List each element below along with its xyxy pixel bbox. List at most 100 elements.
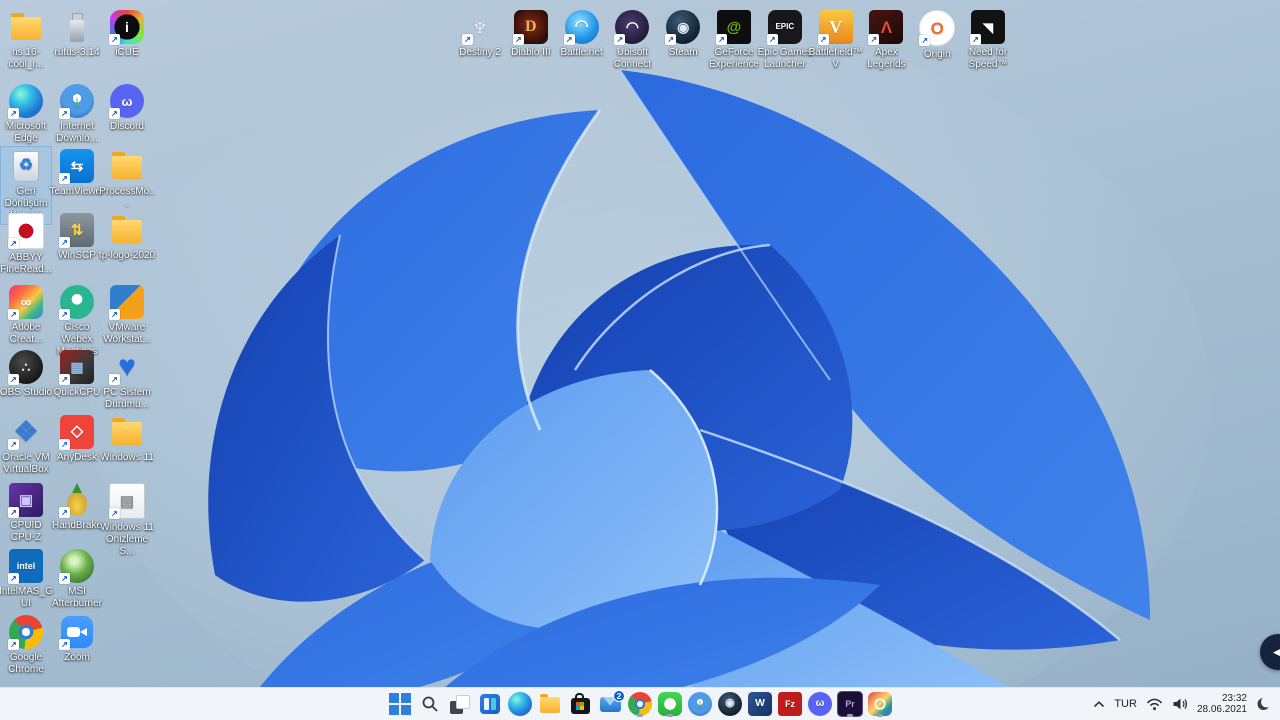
discord-glyph: ω — [121, 93, 133, 109]
desktop-icon-quickcpu[interactable]: ▦ ↗ QuickCPU — [52, 348, 102, 401]
desktop-icon-oracle-vm-virtualbox[interactable]: ❖ ↗ Oracle VM VirtualBox — [1, 413, 51, 478]
taskbar-taskview-button[interactable] — [446, 690, 474, 718]
winpreview-icon: ▤ ↗ — [109, 483, 145, 519]
apex-icon: Λ ↗ — [868, 10, 904, 45]
shortcut-arrow-icon: ↗ — [8, 309, 19, 320]
idm-icon: ↓ ↗ — [59, 84, 94, 119]
desktop-icon-steam[interactable]: ◉ ↗ Steam — [658, 8, 708, 61]
desktop-icon-cpuid-cpu-z[interactable]: ▣ ↗ CPUID CPU-Z — [1, 481, 51, 546]
desktop-icon-ns-16-cool-r[interactable]: ns.16-cool_r... — [1, 8, 51, 73]
desktop-icon-label: VMware Workstat... — [103, 322, 151, 345]
language-indicator[interactable]: TUR — [1114, 698, 1137, 710]
discord-icon: ω — [808, 692, 832, 716]
taskbar-chrome-button[interactable] — [626, 690, 654, 718]
focus-assist-moon-icon[interactable] — [1256, 696, 1272, 712]
desktop-icon-destiny-2[interactable]: ♆ ↗ Destiny 2 — [455, 8, 505, 61]
taskbar-steam-button[interactable]: ◉ — [716, 690, 744, 718]
destiny-icon: ♆ ↗ — [462, 10, 497, 45]
taskbar-mail-button[interactable]: 2 — [596, 690, 625, 718]
winscp-glyph: ⇅ — [70, 221, 84, 239]
taskbar-word-button[interactable]: W — [746, 690, 774, 718]
desktop-icon-vmware-workstat[interactable]: ↗ VMware Workstat... — [102, 283, 152, 348]
desktop-icon-processmo[interactable]: ProcessMo... — [99, 147, 155, 212]
desktop-icon-intelmas-gui[interactable]: intel ↗ IntelMAS_GUI — [0, 547, 53, 612]
idm-glyph: ↓ — [72, 91, 82, 111]
shortcut-arrow-icon: ↗ — [59, 507, 70, 518]
desktop-icon-need-for-speed[interactable]: ◥ ↗ Need for Speed™ — [963, 8, 1013, 73]
desktop-icon-epic-games-launcher[interactable]: EPIC ↗ Epic Games Launcher — [758, 8, 812, 73]
handbrake-icon: ↗ — [59, 483, 94, 518]
desktop-icon-label: Battlefield™ V — [808, 47, 863, 70]
taskbar-store-button[interactable] — [566, 690, 594, 718]
shortcut-arrow-icon: ↗ — [716, 34, 727, 45]
desktop-icon-label: tp-logo-2020 — [98, 250, 156, 261]
tray-chevron-up-icon[interactable] — [1093, 700, 1105, 709]
icue-icon: i ↗ — [109, 10, 144, 45]
desktop-icon-anydesk[interactable]: ◇ ↗ AnyDesk — [52, 413, 102, 466]
shortcut-arrow-icon: ↗ — [59, 173, 70, 184]
taskbar-discord-button[interactable]: ω — [806, 690, 834, 718]
desktop-icon-battle-net[interactable]: ◠ ↗ Battle.net — [557, 8, 607, 61]
desktop-icon-label: Windows 11 Önizleme S... — [100, 522, 154, 557]
desktop-icon-origin[interactable]: O ↗ Origin — [912, 8, 962, 63]
shortcut-arrow-icon: ↗ — [109, 108, 120, 119]
desktop-icon-label: Battle.net — [560, 47, 603, 58]
desktop-icon-zoom[interactable]: ↗ Zoom — [52, 613, 102, 666]
shortcut-arrow-icon: ↗ — [8, 507, 19, 518]
idm-glyph: ↓ — [696, 696, 704, 712]
premiere-glyph: Pr — [845, 698, 855, 709]
desktop-icon-adobe-creat[interactable]: ∞ ↗ Adobe Creat... — [1, 283, 51, 348]
shortcut-arrow-icon: ↗ — [665, 34, 677, 45]
shortcut-arrow-icon: ↗ — [109, 309, 120, 320]
wifi-icon[interactable] — [1146, 698, 1163, 711]
desktop-icon-teamviewer[interactable]: ⇆ ↗ TeamViewer — [50, 147, 104, 200]
desktop-icon-battlefield-v[interactable]: V ↗ Battlefield™ V — [809, 8, 863, 73]
taskbar-widgets-button[interactable] — [476, 690, 504, 718]
desktop-icon-ubisoft-connect[interactable]: ◠ ↗ Ubisoft Connect — [607, 8, 657, 73]
taskbar-start-button[interactable] — [386, 690, 414, 718]
desktop-icon-windows-11-önizleme-s[interactable]: ▤ ↗ Windows 11 Önizleme S... — [100, 481, 154, 560]
taskbar-idm-button[interactable]: ↓ — [686, 690, 714, 718]
taskbar-edge-button[interactable] — [506, 690, 534, 718]
desktop-icon-internet-downlo[interactable]: ↓ ↗ Internet Downlo... — [52, 82, 102, 147]
clock[interactable]: 23:32 28.06.2021 — [1197, 693, 1247, 715]
desktop-icon-diablo-iii[interactable]: D ↗ Diablo III — [506, 8, 556, 61]
desktop-icon-windows-11[interactable]: Windows 11 — [100, 413, 154, 466]
taskbar-premiere-button[interactable]: Pr — [836, 690, 864, 718]
desktop-icon-msi-afterburner[interactable]: ↗ MSI Afterburner — [52, 547, 102, 612]
desktop-icon-pc-sistem-durumu[interactable]: ♥ ↗ PC Sistem Durumu... — [102, 348, 152, 413]
taskbar-explorer-button[interactable] — [536, 690, 564, 718]
shortcut-arrow-icon: ↗ — [59, 573, 70, 584]
desktop-icon-handbrake[interactable]: ↗ HandBrake — [52, 481, 102, 534]
adobecc-glyph: ∞ — [20, 293, 32, 311]
desktop-icon-discord[interactable]: ω ↗ Discord — [102, 82, 152, 135]
vmware-icon: ↗ — [109, 285, 144, 320]
desktop-icon-label: iCUE — [115, 47, 139, 58]
desktop-icon-microsoft-edge[interactable]: ↗ Microsoft Edge — [1, 82, 51, 147]
shortcut-arrow-icon: ↗ — [868, 34, 880, 45]
running-indicator — [667, 714, 673, 717]
desktop-icon-winscp[interactable]: ⇅ ↗ WinSCP — [52, 211, 102, 264]
taskbar-creativecloud-button[interactable] — [866, 690, 894, 718]
desktop-icon-icue[interactable]: i ↗ iCUE — [102, 8, 152, 61]
usb-icon — [60, 10, 94, 44]
steam-icon: ◉ ↗ — [665, 10, 701, 45]
desktop-icon-google-chrome[interactable]: ↗ Google Chrome — [1, 613, 51, 678]
taskbar: 2 ↓ ◉ W Fz ω Pr TUR 23:32 28.06.2021 — [0, 687, 1280, 720]
taskbar-search-button[interactable] — [416, 690, 444, 718]
shortcut-arrow-icon: ↗ — [970, 34, 981, 45]
taskbar-whatsapp-button[interactable] — [656, 690, 684, 718]
windows-11-desktop: { "wallpaper": { "name": "windows-11-blo… — [0, 0, 1280, 720]
desktop-icon-geforce-experience[interactable]: @ ↗ GeForce Experience — [709, 8, 759, 73]
desktop-icon-abbyy-fineread[interactable]: ↗ ABBYY FineRead... — [0, 211, 52, 278]
desktop-icon-tp-logo-2020[interactable]: tp-logo-2020 — [99, 211, 155, 264]
desktop-icon-label: Diablo III — [511, 47, 551, 58]
running-indicator — [877, 714, 883, 717]
desktop-icon-apex-legends[interactable]: Λ ↗ Apex Legends — [861, 8, 911, 73]
bfv-icon: V ↗ — [817, 10, 853, 45]
volume-icon[interactable] — [1172, 697, 1188, 711]
desktop-icon-label: Zoom — [64, 652, 90, 663]
desktop-icon-rufus-3-14[interactable]: rufus-3.14 — [52, 8, 102, 61]
taskbar-filezilla-button[interactable]: Fz — [776, 690, 804, 718]
desktop-icon-obs-studio[interactable]: ∴ ↗ OBS Studio — [0, 348, 52, 401]
